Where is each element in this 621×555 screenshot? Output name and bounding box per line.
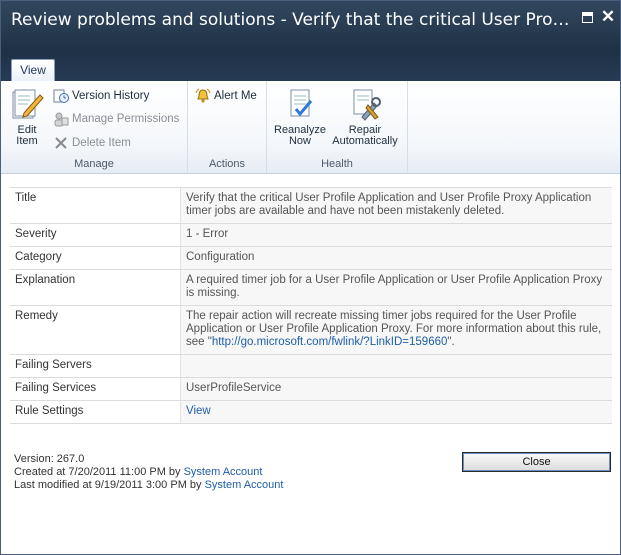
version-text: Version: 267.0 bbox=[14, 453, 85, 465]
created-by-link[interactable]: System Account bbox=[184, 466, 263, 478]
modified-text: Last modified at 9/19/2011 3:00 PM by bbox=[14, 479, 205, 491]
edit-item-button[interactable]: Edit Item bbox=[5, 87, 49, 147]
table-row: Title Verify that the critical User Prof… bbox=[10, 187, 612, 224]
field-value-rule-settings: View bbox=[180, 400, 612, 424]
close-button[interactable]: Close bbox=[462, 452, 611, 472]
repair-icon bbox=[353, 89, 381, 121]
ribbon-tab-row: View bbox=[1, 51, 620, 82]
bell-icon bbox=[195, 88, 211, 103]
field-value-failing-servers bbox=[180, 354, 612, 378]
table-row: Rule Settings View bbox=[10, 400, 612, 424]
manage-permissions-label: Manage Permissions bbox=[72, 113, 180, 125]
reanalyze-now-button[interactable]: Reanalyze Now bbox=[271, 87, 329, 147]
table-row: Explanation A required timer job for a U… bbox=[10, 269, 612, 306]
field-label-title: Title bbox=[10, 187, 181, 224]
table-row: Category Configuration bbox=[10, 246, 612, 270]
remedy-text-end: ". bbox=[447, 336, 455, 348]
maximize-icon[interactable] bbox=[582, 12, 593, 23]
edit-item-label: Edit Item bbox=[16, 124, 38, 147]
field-label-explanation: Explanation bbox=[10, 269, 181, 306]
table-row: Remedy The repair action will recreate m… bbox=[10, 305, 612, 355]
ribbon-group-manage: Edit Item Version History Manage Permiss… bbox=[1, 81, 188, 173]
modified-by-link[interactable]: System Account bbox=[205, 479, 284, 491]
repair-automatically-label: Repair Automatically bbox=[332, 124, 398, 147]
ribbon-group-actions: Alert Me Actions bbox=[188, 81, 267, 173]
field-label-failing-services: Failing Services bbox=[10, 377, 181, 401]
field-label-failing-servers: Failing Servers bbox=[10, 354, 181, 378]
modified-line: Last modified at 9/19/2011 3:00 PM by Sy… bbox=[14, 479, 283, 492]
field-label-severity: Severity bbox=[10, 223, 181, 247]
field-value-severity: 1 - Error bbox=[180, 223, 612, 247]
repair-automatically-button[interactable]: Repair Automatically bbox=[329, 87, 401, 147]
field-value-explanation: A required timer job for a User Profile … bbox=[180, 269, 612, 306]
manage-permissions-button[interactable]: Manage Permissions bbox=[53, 111, 179, 129]
field-label-category: Category bbox=[10, 246, 181, 270]
field-label-remedy: Remedy bbox=[10, 305, 181, 355]
actions-group-label: Actions bbox=[208, 158, 246, 170]
tab-view[interactable]: View bbox=[11, 59, 55, 82]
delete-item-label: Delete Item bbox=[72, 137, 131, 149]
created-line: Created at 7/20/2011 11:00 PM by System … bbox=[14, 466, 283, 479]
manage-permissions-icon bbox=[54, 112, 69, 127]
table-row: Failing Servers bbox=[10, 354, 612, 378]
rule-settings-view-link[interactable]: View bbox=[186, 405, 211, 417]
close-icon[interactable]: ✕ bbox=[600, 8, 616, 25]
health-group-label: Health bbox=[321, 158, 353, 170]
ribbon: Edit Item Version History Manage Permiss… bbox=[1, 81, 620, 174]
delete-icon bbox=[55, 137, 67, 149]
alert-me-label: Alert Me bbox=[214, 90, 257, 102]
title-bar: Review problems and solutions - Verify t… bbox=[1, 1, 620, 51]
field-label-rule-settings: Rule Settings bbox=[10, 400, 181, 424]
alert-me-button[interactable]: Alert Me bbox=[195, 88, 257, 106]
version-history-button[interactable]: Version History bbox=[53, 88, 149, 106]
edit-item-icon bbox=[12, 89, 44, 119]
dialog-title: Review problems and solutions - Verify t… bbox=[11, 10, 571, 30]
delete-item-button[interactable]: Delete Item bbox=[53, 135, 131, 153]
reanalyze-icon bbox=[290, 89, 313, 117]
item-metadata: Version: 267.0 Created at 7/20/2011 11:0… bbox=[14, 453, 283, 492]
properties-table: Title Verify that the critical User Prof… bbox=[10, 187, 612, 424]
created-text: Created at 7/20/2011 11:00 PM by bbox=[14, 466, 184, 478]
remedy-link[interactable]: http://go.microsoft.com/fwlink/?LinkID=1… bbox=[212, 336, 448, 348]
version-history-icon bbox=[53, 89, 69, 103]
dialog-window: Review problems and solutions - Verify t… bbox=[0, 0, 621, 555]
field-value-category: Configuration bbox=[180, 246, 612, 270]
manage-group-label: Manage bbox=[74, 158, 114, 170]
table-row: Failing Services UserProfileService bbox=[10, 377, 612, 401]
field-value-title: Verify that the critical User Profile Ap… bbox=[180, 187, 612, 224]
table-row: Severity 1 - Error bbox=[10, 223, 612, 247]
ribbon-group-health: Reanalyze Now Repair Automatically Healt… bbox=[267, 81, 408, 173]
field-value-remedy: The repair action will recreate missing … bbox=[180, 305, 612, 355]
reanalyze-now-label: Reanalyze Now bbox=[274, 124, 326, 147]
version-history-label: Version History bbox=[72, 90, 150, 102]
field-value-failing-services: UserProfileService bbox=[180, 377, 612, 401]
